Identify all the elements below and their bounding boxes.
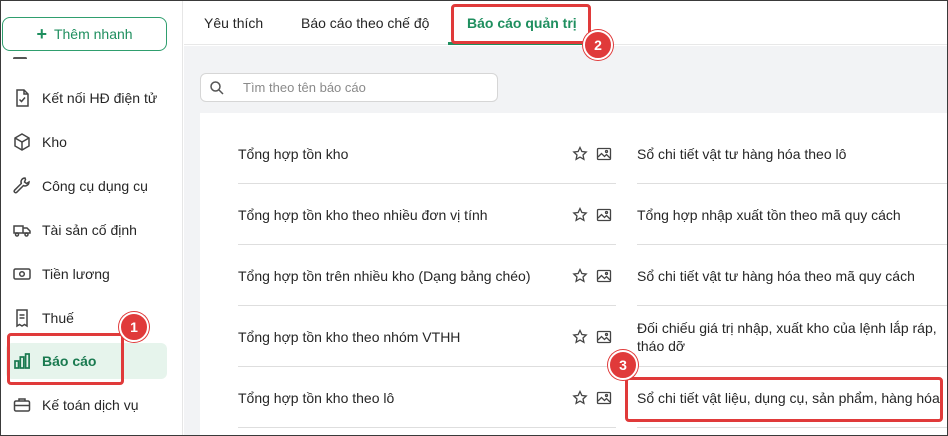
star-icon[interactable] bbox=[572, 328, 588, 345]
tab-management-reports[interactable]: Báo cáo quản trị bbox=[467, 1, 577, 45]
sidebar-item-reports[interactable]: Báo cáo bbox=[6, 343, 167, 379]
star-icon[interactable] bbox=[572, 206, 588, 223]
sidebar-item-einvoice[interactable]: Kết nối HĐ điện tử bbox=[6, 80, 167, 116]
report-name: Đối chiếu giá trị nhập, xuất kho của lện… bbox=[637, 319, 937, 354]
report-row[interactable]: Đối chiếu giá trị nhập, xuất kho của lện… bbox=[637, 307, 947, 367]
sidebar-item-fixed-assets[interactable]: Tài sản cố định bbox=[6, 212, 167, 248]
sidebar-item-label: Thuế bbox=[42, 310, 74, 326]
report-name: Tổng hợp tồn kho theo nhóm VTHH bbox=[238, 328, 461, 345]
box-icon bbox=[10, 130, 34, 154]
search-box bbox=[200, 73, 498, 102]
wrench-icon bbox=[10, 174, 34, 198]
report-row[interactable]: Sổ chi tiết vật liệu, dụng cụ, sản phẩm,… bbox=[637, 368, 947, 428]
star-icon[interactable] bbox=[572, 145, 588, 162]
sidebar-item-label: Tài sản cố định bbox=[42, 222, 137, 238]
report-name: Sổ chi tiết vật tư hàng hóa theo mã quy … bbox=[637, 267, 915, 284]
report-name: Sổ chi tiết vật tư hàng hóa theo lô bbox=[637, 145, 847, 162]
report-name: Tổng hợp tồn kho theo lô bbox=[238, 389, 395, 406]
sidebar: + Thêm nhanh Kết nối HĐ điện tử Kho Công… bbox=[1, 1, 183, 435]
plus-icon: + bbox=[36, 24, 47, 44]
report-list-panel: Tổng hợp tồn kho Tổng hợp tồn kho theo n… bbox=[200, 113, 947, 435]
report-row[interactable]: Tổng hợp tồn trên nhiều kho (Dạng bảng c… bbox=[238, 246, 616, 306]
report-name: Tổng hợp tồn kho bbox=[238, 145, 349, 162]
sidebar-item-inventory[interactable]: Kho bbox=[6, 124, 167, 160]
bar-chart-icon bbox=[10, 349, 34, 373]
sidebar-item-accounting-services[interactable]: Kế toán dịch vụ bbox=[6, 387, 167, 423]
report-row[interactable]: Tổng hợp tồn kho bbox=[238, 124, 616, 184]
search-input[interactable] bbox=[243, 80, 483, 95]
sidebar-item-label: Kết nối HĐ điện tử bbox=[42, 90, 158, 106]
cash-icon bbox=[10, 262, 34, 286]
report-row[interactable]: Tổng hợp tồn kho theo nhóm VTHH bbox=[238, 307, 616, 367]
receipt-icon bbox=[10, 306, 34, 330]
tab-statutory-reports[interactable]: Báo cáo theo chế độ bbox=[301, 1, 429, 45]
image-icon[interactable] bbox=[596, 146, 612, 162]
report-row[interactable]: Tổng hợp nhập xuất tồn theo mã quy cách bbox=[637, 185, 947, 245]
report-row[interactable]: Sổ chi tiết vật tư hàng hóa theo mã quy … bbox=[637, 246, 947, 306]
report-name: Tổng hợp tồn kho theo nhiều đơn vị tính bbox=[238, 206, 488, 223]
quick-add-button[interactable]: + Thêm nhanh bbox=[2, 17, 167, 51]
sidebar-item-payroll[interactable]: Tiền lương bbox=[6, 256, 167, 292]
report-name: Sổ chi tiết vật liệu, dụng cụ, sản phẩm,… bbox=[637, 389, 940, 406]
quick-add-label: Thêm nhanh bbox=[53, 26, 133, 42]
report-row[interactable]: Tổng hợp tồn kho theo nhiều đơn vị tính bbox=[238, 185, 616, 245]
star-icon[interactable] bbox=[572, 267, 588, 284]
sidebar-item-partial bbox=[11, 55, 161, 63]
report-name: Tổng hợp nhập xuất tồn theo mã quy cách bbox=[637, 206, 901, 223]
doc-check-icon bbox=[10, 86, 34, 110]
sidebar-item-label: Kế toán dịch vụ bbox=[42, 397, 139, 413]
image-icon[interactable] bbox=[596, 329, 612, 345]
sidebar-item-label: Công cụ dụng cụ bbox=[42, 178, 148, 194]
active-tab-indicator bbox=[448, 42, 584, 45]
report-row[interactable]: Sổ chi tiết vật tư hàng hóa theo lô bbox=[637, 124, 947, 184]
tab-label: Báo cáo theo chế độ bbox=[301, 15, 430, 31]
search-icon bbox=[210, 80, 224, 95]
star-icon[interactable] bbox=[572, 389, 588, 406]
briefcase-icon bbox=[10, 393, 34, 417]
report-tabs: Yêu thích Báo cáo theo chế độ Báo cáo qu… bbox=[184, 1, 947, 45]
callout-number-3: 3 bbox=[608, 350, 638, 380]
report-row[interactable]: Tổng hợp tồn kho theo lô bbox=[238, 368, 616, 428]
tab-label: Yêu thích bbox=[204, 15, 264, 31]
main-content: Tổng hợp tồn kho Tổng hợp tồn kho theo n… bbox=[184, 46, 947, 435]
app-window: + Thêm nhanh Kết nối HĐ điện tử Kho Công… bbox=[0, 0, 948, 436]
tab-label: Báo cáo quản trị bbox=[467, 15, 577, 31]
truck-icon bbox=[10, 218, 34, 242]
sidebar-item-label: Báo cáo bbox=[42, 353, 97, 369]
image-icon[interactable] bbox=[596, 390, 612, 406]
callout-number-1: 1 bbox=[119, 312, 149, 342]
report-name: Tổng hợp tồn trên nhiều kho (Dạng bảng c… bbox=[238, 267, 531, 284]
sidebar-item-tools[interactable]: Công cụ dụng cụ bbox=[6, 168, 167, 204]
image-icon[interactable] bbox=[596, 207, 612, 223]
image-icon[interactable] bbox=[596, 268, 612, 284]
tab-favorites[interactable]: Yêu thích bbox=[204, 1, 263, 45]
sidebar-item-label: Kho bbox=[42, 134, 67, 150]
callout-number-2: 2 bbox=[583, 30, 613, 60]
sidebar-item-label: Tiền lương bbox=[42, 266, 110, 282]
